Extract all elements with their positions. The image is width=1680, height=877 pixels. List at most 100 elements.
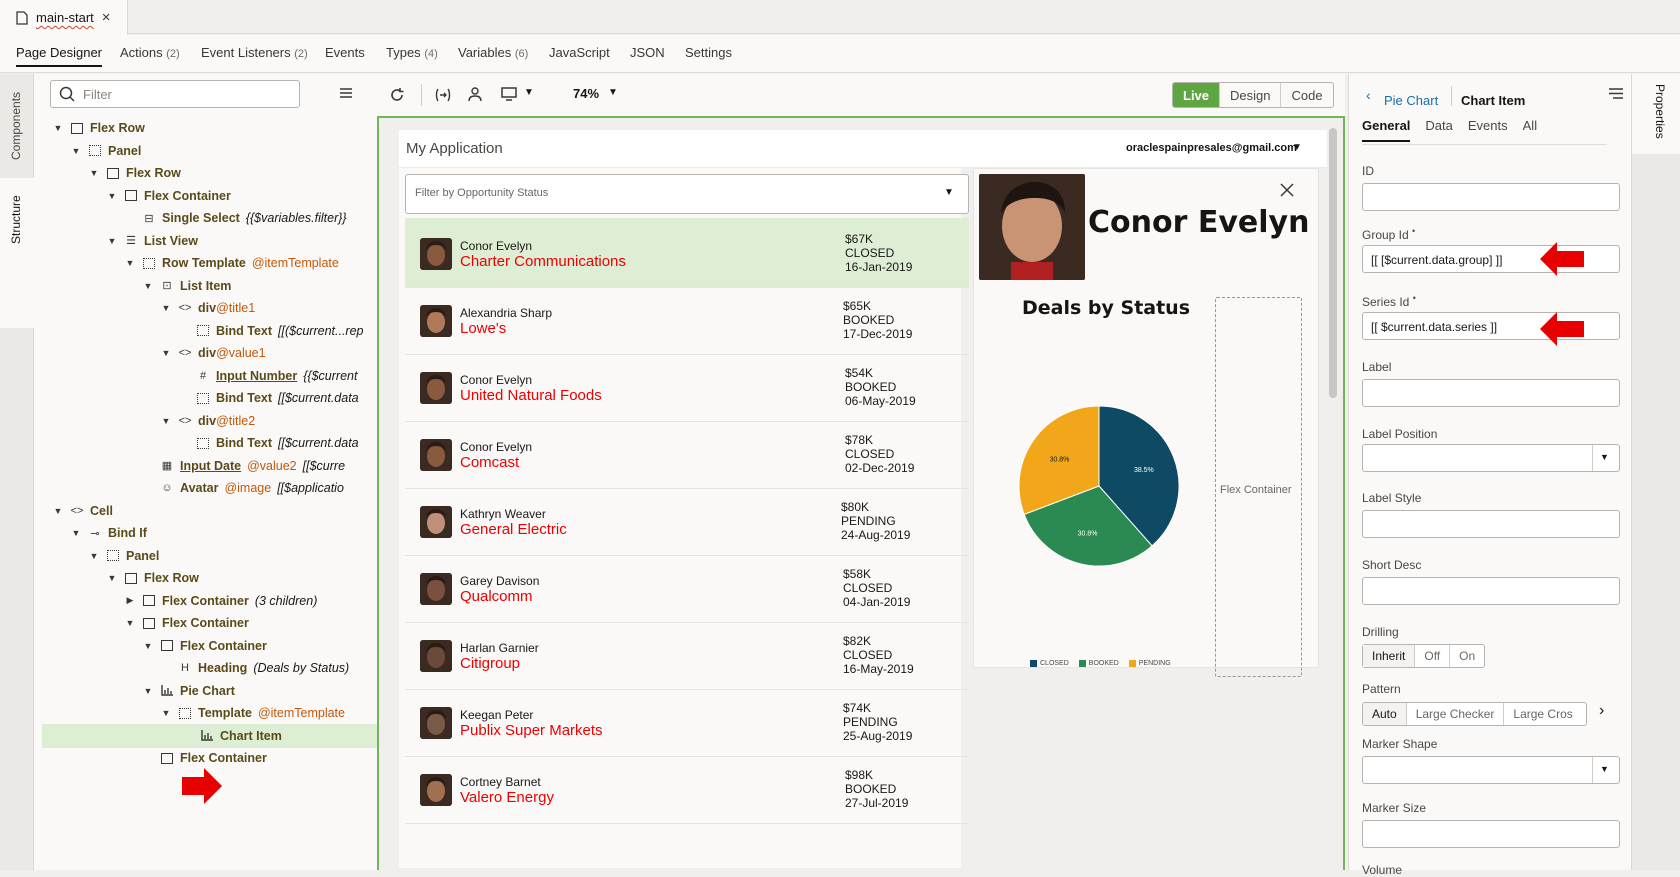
- tab-data[interactable]: Data: [1425, 118, 1452, 142]
- refresh-icon[interactable]: [389, 87, 405, 103]
- user-email[interactable]: oraclespainpresales@gmail.com: [1126, 142, 1297, 154]
- nav-actions[interactable]: Actions (2): [120, 45, 180, 60]
- nav-page-designer[interactable]: Page Designer: [16, 45, 102, 67]
- tab-all[interactable]: All: [1523, 118, 1537, 142]
- structure-filter[interactable]: Filter: [50, 80, 300, 108]
- list-item[interactable]: Conor Evelyn United Natural Foods $54K BOOK…: [405, 352, 969, 422]
- tree-node[interactable]: ▼ Row Template @itemTemplate: [34, 251, 339, 275]
- expand-caret-icon[interactable]: ▼: [52, 123, 64, 133]
- tree-node[interactable]: ▼ ⊡ List Item: [34, 274, 232, 298]
- tree-node[interactable]: ▼ <> div @title2: [34, 409, 256, 433]
- marker-shape-select[interactable]: ▼: [1362, 756, 1620, 784]
- user-menu-chevron-icon[interactable]: ▼: [1292, 142, 1302, 153]
- expand-caret-icon[interactable]: ▼: [70, 528, 82, 538]
- expand-caret-icon[interactable]: ▼: [106, 236, 118, 246]
- pattern-auto[interactable]: Auto: [1363, 703, 1406, 725]
- nav-events[interactable]: Events: [325, 45, 365, 60]
- nav-variables[interactable]: Variables (6): [458, 45, 528, 60]
- nav-settings[interactable]: Settings: [685, 45, 732, 60]
- tree-node[interactable]: Bind Text [[$current.data: [34, 386, 359, 410]
- tree-node[interactable]: ▼ Pie Chart: [34, 679, 235, 703]
- expand-caret-icon[interactable]: ▼: [160, 348, 172, 358]
- list-item[interactable]: Alexandria Sharp Lowe's $65K BOOKED 17-Dec-2…: [405, 285, 969, 355]
- tree-node[interactable]: ▼ Flex Container: [34, 611, 249, 635]
- tree-node[interactable]: ▼ Flex Row: [34, 566, 199, 590]
- pattern-large-checker[interactable]: Large Checker: [1405, 703, 1504, 725]
- chevron-down-icon[interactable]: ▼: [944, 187, 954, 198]
- tree-node[interactable]: # Input Number {{$current: [34, 364, 358, 388]
- tree-node[interactable]: ▼ Flex Row: [34, 116, 145, 140]
- label-input[interactable]: [1362, 379, 1620, 407]
- list-item[interactable]: Harlan Garnier Citigroup $82K CLOSED 16-May-…: [405, 620, 969, 690]
- tree-node[interactable]: ☺ Avatar @image [[$applicatio: [34, 476, 344, 500]
- tab-events[interactable]: Events: [1468, 118, 1508, 142]
- drilling-off[interactable]: Off: [1414, 645, 1449, 667]
- tree-node[interactable]: Bind Text [[($current...rep: [34, 319, 363, 343]
- expand-caret-icon[interactable]: ▼: [160, 303, 172, 313]
- drilling-inherit[interactable]: Inherit: [1363, 645, 1415, 667]
- user-icon[interactable]: [467, 86, 483, 102]
- expand-caret-icon[interactable]: ▼: [70, 146, 82, 156]
- label-position-select[interactable]: ▼: [1362, 444, 1620, 472]
- zoom-chevron-down-icon[interactable]: ▼: [608, 87, 618, 98]
- expand-caret-icon[interactable]: ▼: [160, 708, 172, 718]
- list-item[interactable]: Conor Evelyn Comcast $78K CLOSED 02-Dec-2019: [405, 419, 969, 489]
- legend-item[interactable]: BOOKED: [1078, 660, 1119, 667]
- nav-types[interactable]: Types (4): [386, 45, 438, 60]
- expand-caret-icon[interactable]: ▼: [124, 258, 136, 268]
- expand-caret-icon[interactable]: ▼: [106, 573, 118, 583]
- breadcrumb-parent[interactable]: Pie Chart: [1384, 93, 1438, 108]
- mode-design[interactable]: Design: [1219, 83, 1280, 107]
- expand-caret-icon[interactable]: ▼: [160, 416, 172, 426]
- tree-node[interactable]: ▼ Flex Row: [34, 161, 181, 185]
- nav-javascript[interactable]: JavaScript: [549, 45, 610, 60]
- zoom-level[interactable]: 74%: [573, 86, 599, 101]
- tree-node[interactable]: ⊟ Single Select {{$variables.filter}}: [34, 206, 346, 230]
- tree-node[interactable]: ▦ Input Date @value2 [[$curre: [34, 454, 345, 478]
- list-item[interactable]: Keegan Peter Publix Super Markets $74K PEND…: [405, 687, 969, 757]
- tree-node[interactable]: H Heading (Deals by Status): [34, 656, 349, 680]
- chevron-down-icon[interactable]: ▼: [524, 87, 534, 98]
- list-item[interactable]: Conor Evelyn Charter Communications $67K CL…: [405, 218, 969, 288]
- marker-size-input[interactable]: [1362, 820, 1620, 848]
- tree-node[interactable]: Chart Item: [42, 723, 377, 748]
- chevron-right-icon[interactable]: ›: [1599, 702, 1604, 720]
- expand-caret-icon[interactable]: ▼: [124, 618, 136, 628]
- tab-components[interactable]: Components: [9, 92, 23, 160]
- tree-node[interactable]: ▼ Panel: [34, 544, 160, 568]
- tree-node[interactable]: Bind Text [[$current.data: [34, 431, 359, 455]
- device-icon[interactable]: [501, 87, 517, 101]
- tree-node[interactable]: ▼ Flex Container: [34, 634, 267, 658]
- tab-general[interactable]: General: [1362, 118, 1411, 142]
- nav-event-listeners[interactable]: Event Listeners (2): [201, 45, 308, 60]
- empty-flex-container[interactable]: Flex Container: [1215, 297, 1302, 677]
- properties-menu-icon[interactable]: [1609, 88, 1623, 99]
- drilling-on[interactable]: On: [1449, 645, 1484, 667]
- status-filter-select[interactable]: Filter by Opportunity Status ▼: [405, 174, 969, 214]
- tab-structure[interactable]: Structure: [9, 195, 23, 244]
- preview-scrollbar[interactable]: [1329, 128, 1337, 398]
- expand-caret-icon[interactable]: ▼: [142, 686, 154, 696]
- tree-node[interactable]: ▼ <> Cell: [34, 499, 113, 523]
- pie-chart[interactable]: 38.5% 30.8% 30.8%: [1004, 391, 1194, 581]
- expand-caret-icon[interactable]: ▼: [142, 281, 154, 291]
- back-chevron-icon[interactable]: ‹: [1366, 87, 1371, 103]
- expand-caret-icon[interactable]: ▼: [52, 506, 64, 516]
- tab-properties[interactable]: Properties: [1653, 84, 1667, 139]
- tree-node[interactable]: ▶ Flex Container (3 children): [34, 589, 318, 613]
- mode-live[interactable]: Live: [1173, 83, 1220, 107]
- hamburger-menu-icon[interactable]: [340, 88, 352, 98]
- tree-node[interactable]: ▼ Template @itemTemplate: [34, 701, 345, 725]
- expand-caret-icon[interactable]: ▼: [142, 641, 154, 651]
- list-item[interactable]: Cortney Barnet Valero Energy $98K BOOKED 27-…: [405, 754, 969, 824]
- expand-caret-icon[interactable]: ▼: [88, 551, 100, 561]
- tree-node[interactable]: ▼ Panel: [34, 139, 142, 163]
- close-icon[interactable]: [1280, 183, 1294, 197]
- pattern-large-cross[interactable]: Large Cros: [1503, 703, 1581, 725]
- legend-item[interactable]: CLOSED: [1030, 660, 1069, 667]
- variable-binding-icon[interactable]: [434, 87, 452, 103]
- close-tab-icon[interactable]: ×: [102, 9, 111, 26]
- list-item[interactable]: Garey Davison Qualcomm $58K CLOSED 04-Jan-20…: [405, 553, 969, 623]
- list-item[interactable]: Kathryn Weaver General Electric $80K PENDIN…: [405, 486, 969, 556]
- label-style-input[interactable]: [1362, 510, 1620, 538]
